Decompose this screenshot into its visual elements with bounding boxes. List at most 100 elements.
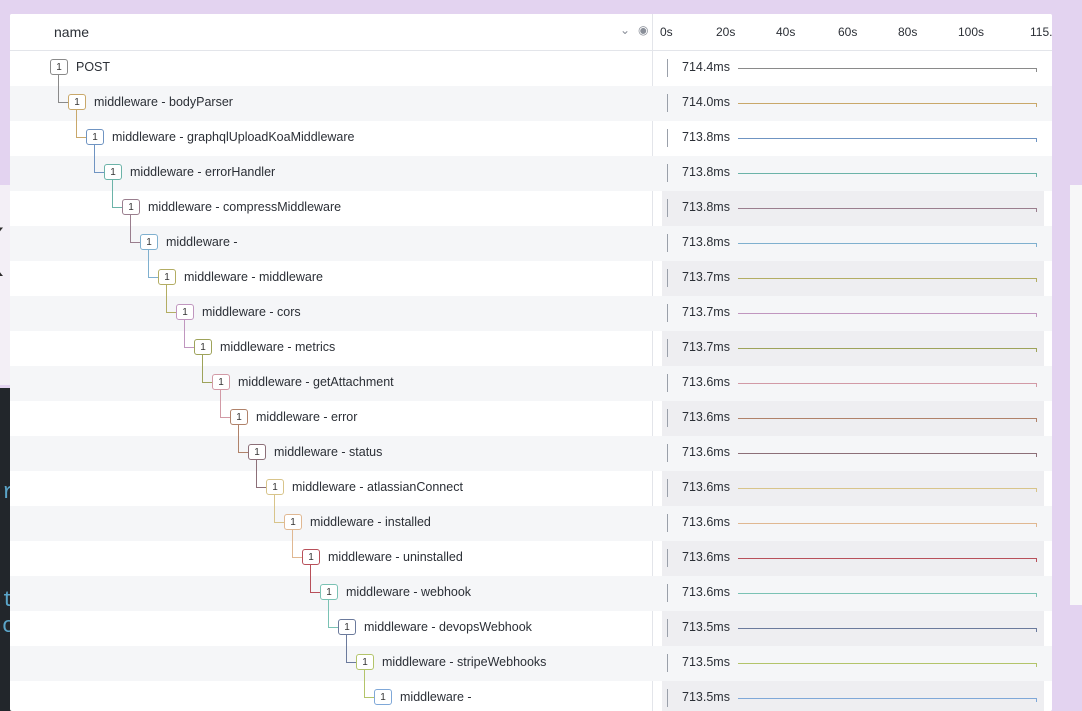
span-duration: 713.5ms <box>682 690 730 704</box>
span-row[interactable]: 1 middleware - graphqlUploadKoaMiddleware… <box>10 109 1052 156</box>
span-end-marker <box>1036 663 1037 667</box>
span-duration: 713.8ms <box>682 165 730 179</box>
span-name: middleware - <box>166 235 238 249</box>
span-timeline-bar[interactable] <box>738 453 1036 455</box>
span-timeline-bar[interactable] <box>738 278 1036 280</box>
span-timeline-bar[interactable] <box>738 68 1036 70</box>
span-timeline-bar[interactable] <box>738 418 1036 420</box>
span-row[interactable]: 1 middleware - atlassianConnect 713.6ms <box>10 459 1052 506</box>
span-name: middleware - error <box>256 410 358 424</box>
span-start-marker <box>667 689 668 707</box>
span-duration: 714.4ms <box>682 60 730 74</box>
span-count-badge[interactable]: 1 <box>338 619 356 635</box>
span-timeline-bar[interactable] <box>738 173 1036 175</box>
span-row[interactable]: 1 middleware - getAttachment 713.6ms <box>10 354 1052 401</box>
span-count-badge[interactable]: 1 <box>302 549 320 565</box>
span-count-badge[interactable]: 1 <box>356 654 374 670</box>
span-duration: 714.0ms <box>682 95 730 109</box>
span-count-badge[interactable]: 1 <box>50 59 68 75</box>
span-row[interactable]: 1 middleware - devopsWebhook 713.5ms <box>10 599 1052 646</box>
span-timeline-bar[interactable] <box>738 558 1036 560</box>
span-row[interactable]: 1 middleware - webhook 713.6ms <box>10 564 1052 611</box>
span-timeline-bar[interactable] <box>738 698 1036 700</box>
span-count-badge[interactable]: 1 <box>140 234 158 250</box>
span-count-badge[interactable]: 1 <box>176 304 194 320</box>
span-timeline-bar[interactable] <box>738 138 1036 140</box>
span-count-badge[interactable]: 1 <box>158 269 176 285</box>
span-start-marker <box>667 129 668 147</box>
span-end-marker <box>1036 383 1037 387</box>
span-duration: 713.7ms <box>682 270 730 284</box>
span-row[interactable]: 1 middleware - uninstalled 713.6ms <box>10 529 1052 576</box>
span-name: middleware - getAttachment <box>238 375 394 389</box>
span-start-marker <box>667 654 668 672</box>
span-name: middleware - devopsWebhook <box>364 620 532 634</box>
span-timeline-bar[interactable] <box>738 348 1036 350</box>
span-duration: 713.8ms <box>682 235 730 249</box>
span-row[interactable]: 1 middleware - 713.5ms <box>10 669 1052 711</box>
span-count-badge[interactable]: 1 <box>320 584 338 600</box>
span-count-badge[interactable]: 1 <box>122 199 140 215</box>
background-window-edge <box>1070 185 1082 605</box>
span-count-badge[interactable]: 1 <box>374 689 392 705</box>
timeline-tick-label: 20s <box>716 25 736 39</box>
span-count-badge[interactable]: 1 <box>68 94 86 110</box>
span-timeline-bar[interactable] <box>738 488 1036 490</box>
background-slide-fragment: ( <box>0 218 3 278</box>
span-duration: 713.6ms <box>682 515 730 529</box>
span-row[interactable]: 1 middleware - errorHandler 713.8ms <box>10 144 1052 191</box>
span-timeline-bar[interactable] <box>738 243 1036 245</box>
span-timeline-bar[interactable] <box>738 628 1036 630</box>
span-duration: 713.6ms <box>682 480 730 494</box>
span-row[interactable]: 1 middleware - metrics 713.7ms <box>10 319 1052 366</box>
span-timeline-bar[interactable] <box>738 383 1036 385</box>
span-timeline-bar[interactable] <box>738 663 1036 665</box>
span-count-badge[interactable]: 1 <box>266 479 284 495</box>
span-count-badge[interactable]: 1 <box>86 129 104 145</box>
span-start-marker <box>667 514 668 532</box>
span-duration: 713.8ms <box>682 130 730 144</box>
span-end-marker <box>1036 208 1037 212</box>
span-name: middleware - atlassianConnect <box>292 480 463 494</box>
drop-icon[interactable]: ◉ <box>638 23 648 37</box>
span-row[interactable]: 1 POST 714.4ms <box>10 51 1052 86</box>
span-duration: 713.8ms <box>682 200 730 214</box>
span-row[interactable]: 1 middleware - status 713.6ms <box>10 424 1052 471</box>
span-row[interactable]: 1 middleware - cors 713.7ms <box>10 284 1052 331</box>
span-count-badge[interactable]: 1 <box>284 514 302 530</box>
span-count-badge[interactable]: 1 <box>230 409 248 425</box>
span-timeline-bar[interactable] <box>738 103 1036 105</box>
span-count-badge[interactable]: 1 <box>104 164 122 180</box>
span-end-marker <box>1036 593 1037 597</box>
name-column-header[interactable]: name <box>54 24 89 40</box>
span-row[interactable]: 1 middleware - installed 713.6ms <box>10 494 1052 541</box>
timeline-tick-label: 100s <box>958 25 985 39</box>
span-end-marker <box>1036 453 1037 457</box>
span-start-marker <box>667 374 668 392</box>
span-row[interactable]: 1 middleware - stripeWebhooks 713.5ms <box>10 634 1052 681</box>
span-start-marker <box>667 164 668 182</box>
span-timeline-bar[interactable] <box>738 593 1036 595</box>
span-timeline-bar[interactable] <box>738 523 1036 525</box>
span-count-badge[interactable]: 1 <box>194 339 212 355</box>
span-row[interactable]: 1 middleware - compressMiddleware 713.8ms <box>10 179 1052 226</box>
span-row[interactable]: 1 middleware - error 713.6ms <box>10 389 1052 436</box>
span-count-badge[interactable]: 1 <box>248 444 266 460</box>
span-start-marker <box>667 59 668 77</box>
span-end-marker <box>1036 628 1037 632</box>
span-timeline-bar[interactable] <box>738 208 1036 210</box>
span-count-badge[interactable]: 1 <box>212 374 230 390</box>
span-end-marker <box>1036 698 1037 702</box>
span-name: POST <box>76 60 111 74</box>
span-row[interactable]: 1 middleware - bodyParser 714.0ms <box>10 74 1052 121</box>
span-name: middleware - errorHandler <box>130 165 276 179</box>
span-end-marker <box>1036 313 1037 317</box>
span-duration: 713.6ms <box>682 375 730 389</box>
span-row[interactable]: 1 middleware - 713.8ms <box>10 214 1052 261</box>
span-end-marker <box>1036 348 1037 352</box>
span-end-marker <box>1036 488 1037 492</box>
span-end-marker <box>1036 418 1037 422</box>
span-timeline-bar[interactable] <box>738 313 1036 315</box>
span-duration: 713.6ms <box>682 445 730 459</box>
chevron-down-icon[interactable]: ⌄ <box>620 23 630 37</box>
